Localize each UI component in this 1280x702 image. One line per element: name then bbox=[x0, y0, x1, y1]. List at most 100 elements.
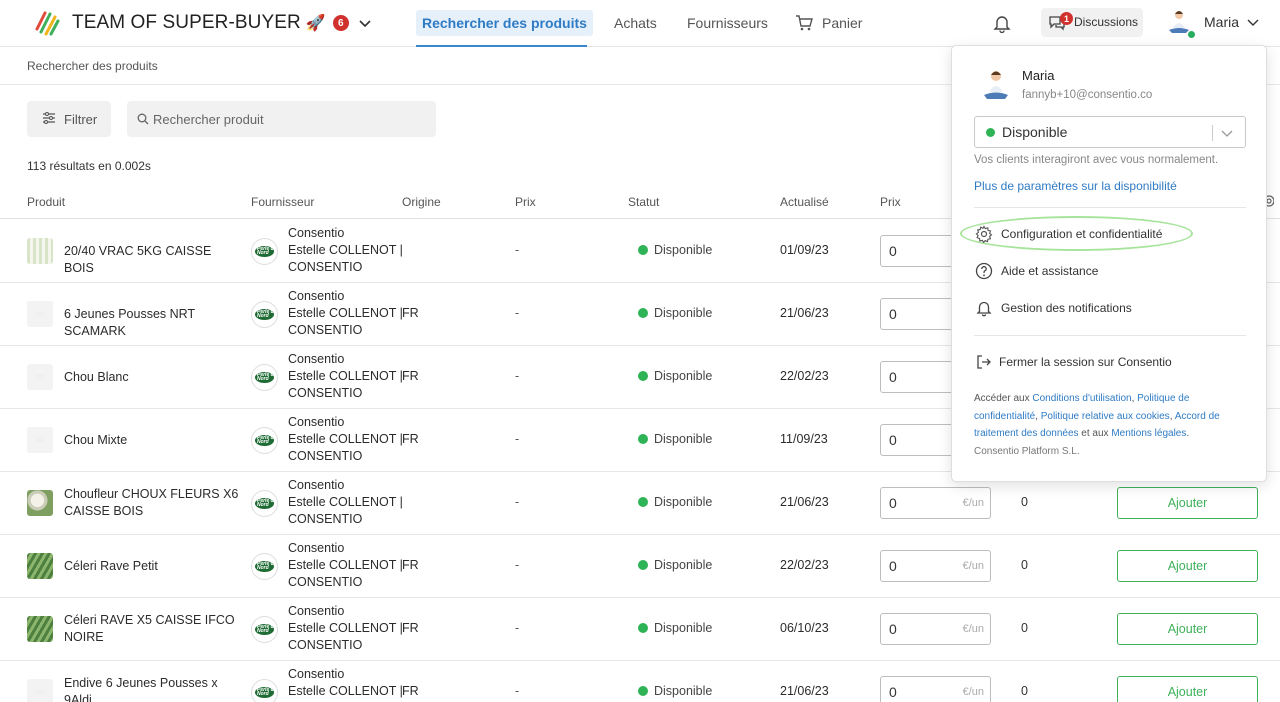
col-origine[interactable]: Origine bbox=[402, 195, 441, 209]
consentio-logo bbox=[34, 10, 60, 36]
supplier-line: Estelle COLLENOT | bbox=[288, 369, 403, 383]
price: - bbox=[515, 369, 520, 383]
supplier-name[interactable]: Consentio Estelle COLLENOT | CONSENTIO bbox=[288, 477, 403, 528]
bell-icon bbox=[976, 301, 992, 317]
product-name[interactable]: Chou Blanc bbox=[64, 369, 244, 386]
filter-icon bbox=[43, 112, 55, 124]
supplier-line: Estelle COLLENOT | bbox=[288, 495, 403, 509]
logout-button[interactable]: Fermer la session sur Consentio bbox=[974, 351, 1246, 375]
discussions-label: Discussions bbox=[1074, 15, 1139, 29]
menu-notifications[interactable]: Gestion des notifications bbox=[974, 297, 1246, 321]
quantity-input[interactable]: 0 €/un bbox=[880, 487, 991, 519]
supplier-name[interactable]: Consentio Estelle COLLENOT | CONSENTIO bbox=[288, 225, 403, 276]
menu-configuration-privacy[interactable]: Configuration et confidentialité bbox=[974, 223, 1246, 247]
supplier-logo-text: Perle du Nord bbox=[257, 624, 277, 634]
price: - bbox=[515, 243, 520, 257]
supplier-name[interactable]: Consentio Estelle COLLENOT | CONSENTIO bbox=[288, 414, 403, 465]
table-row[interactable]: ◌◌ Endive 6 Jeunes Pousses x 9Aldi Perle… bbox=[0, 661, 1280, 702]
availability-value: Disponible bbox=[1002, 124, 1068, 140]
team-switcher[interactable]: TEAM OF SUPER-BUYER 🚀 6 bbox=[33, 9, 372, 37]
add-to-cart-button[interactable]: Ajouter bbox=[1117, 487, 1258, 519]
status-dot bbox=[638, 308, 648, 318]
product-name[interactable]: Céleri Rave Petit bbox=[64, 558, 244, 575]
cart-count: 0 bbox=[1021, 684, 1028, 698]
chevron-down-icon bbox=[1247, 19, 1259, 26]
cart-count: 0 bbox=[1021, 495, 1028, 509]
col-fournisseur[interactable]: Fournisseur bbox=[251, 195, 314, 209]
product-name[interactable]: 20/40 VRAC 5KG CAISSE BOIS bbox=[64, 243, 244, 277]
supplier-line: Consentio bbox=[288, 478, 345, 492]
col-actualise[interactable]: Actualisé bbox=[780, 195, 829, 209]
nav-search-products[interactable]: Rechercher des produits bbox=[416, 10, 593, 36]
supplier-line: Estelle COLLENOT | bbox=[288, 306, 403, 320]
nav-panier[interactable]: Panier bbox=[795, 10, 862, 36]
supplier-logo-text: Perle du Nord bbox=[257, 309, 277, 319]
status-badge: Disponible bbox=[638, 684, 712, 698]
discussions-button[interactable]: 1 Discussions bbox=[1041, 8, 1143, 37]
legal-mentions-link[interactable]: Mentions légales bbox=[1111, 428, 1186, 439]
supplier-logo-text: Perle du Nord bbox=[257, 372, 277, 382]
cookie-policy-link[interactable]: Politique relative aux cookies bbox=[1041, 411, 1170, 422]
price: - bbox=[515, 432, 520, 446]
table-row[interactable]: Céleri RAVE X5 CAISSE IFCO NOIRE Perle d… bbox=[0, 598, 1280, 661]
col-prix[interactable]: Prix bbox=[515, 195, 536, 209]
divider bbox=[974, 207, 1246, 208]
add-to-cart-button[interactable]: Ajouter bbox=[1117, 613, 1258, 645]
product-image bbox=[27, 553, 53, 579]
supplier-name[interactable]: Consentio Estelle COLLENOT | CONSENTIO bbox=[288, 540, 403, 591]
status-label: Disponible bbox=[654, 558, 713, 572]
nav-fournisseurs[interactable]: Fournisseurs bbox=[687, 10, 768, 36]
quantity-value: 0 bbox=[889, 495, 897, 511]
updated-date: 21/06/23 bbox=[780, 684, 829, 698]
availability-settings-link[interactable]: Plus de paramètres sur la disponibilité bbox=[974, 179, 1177, 193]
quantity-input[interactable]: 0 €/un bbox=[880, 676, 991, 702]
menu-configuration-label: Configuration et confidentialité bbox=[1001, 227, 1163, 241]
supplier-name[interactable]: Consentio Estelle COLLENOT | CONSENTIO bbox=[288, 603, 403, 654]
supplier-line: Estelle COLLENOT | bbox=[288, 621, 403, 635]
status-dot bbox=[638, 623, 648, 633]
col-prix-qty[interactable]: Prix bbox=[880, 195, 901, 209]
status-dot bbox=[638, 686, 648, 696]
product-name[interactable]: Chou Mixte bbox=[64, 432, 244, 449]
status-badge: Disponible bbox=[638, 621, 712, 635]
quantity-input[interactable]: 0 €/un bbox=[880, 550, 991, 582]
filter-button[interactable]: Filtrer bbox=[27, 101, 111, 137]
product-image: ◌◌ bbox=[27, 679, 53, 702]
product-name[interactable]: Choufleur CHOUX FLEURS X6 CAISSE BOIS bbox=[64, 486, 244, 520]
col-statut[interactable]: Statut bbox=[628, 195, 659, 209]
menu-help[interactable]: Aide et assistance bbox=[974, 260, 1246, 284]
bell-icon[interactable] bbox=[992, 13, 1012, 33]
legal-prefix: Accéder aux bbox=[974, 393, 1030, 404]
col-produit[interactable]: Produit bbox=[27, 195, 65, 209]
search-input[interactable] bbox=[153, 101, 423, 137]
chevron-down-icon bbox=[1221, 130, 1233, 137]
user-menu-button[interactable]: Maria bbox=[1166, 8, 1266, 40]
availability-select[interactable]: Disponible bbox=[974, 116, 1246, 148]
supplier-logo: Perle du Nord bbox=[251, 364, 278, 391]
updated-date: 01/09/23 bbox=[780, 243, 829, 257]
table-row[interactable]: Céleri Rave Petit Perle du Nord Consenti… bbox=[0, 535, 1280, 598]
terms-link[interactable]: Conditions d'utilisation bbox=[1032, 393, 1131, 404]
search-icon bbox=[137, 113, 149, 125]
supplier-logo: Perle du Nord bbox=[251, 238, 278, 265]
add-to-cart-button[interactable]: Ajouter bbox=[1117, 550, 1258, 582]
chevron-down-icon[interactable] bbox=[358, 16, 372, 30]
price: - bbox=[515, 495, 520, 509]
product-search[interactable] bbox=[127, 101, 436, 137]
supplier-name[interactable]: Consentio Estelle COLLENOT | CONSENTIO bbox=[288, 666, 403, 702]
product-name[interactable]: Endive 6 Jeunes Pousses x 9Aldi bbox=[64, 675, 244, 702]
quantity-value: 0 bbox=[889, 243, 897, 259]
origin: FR bbox=[402, 684, 419, 698]
cart-count: 0 bbox=[1021, 558, 1028, 572]
add-to-cart-button[interactable]: Ajouter bbox=[1117, 676, 1258, 702]
status-label: Disponible bbox=[654, 369, 713, 383]
nav-achats[interactable]: Achats bbox=[614, 10, 657, 36]
quantity-input[interactable]: 0 €/un bbox=[880, 613, 991, 645]
product-name[interactable]: 6 Jeunes Pousses NRT SCAMARK bbox=[64, 306, 244, 340]
supplier-name[interactable]: Consentio Estelle COLLENOT | CONSENTIO bbox=[288, 351, 403, 402]
unit-label: €/un bbox=[962, 623, 984, 635]
supplier-name[interactable]: Consentio Estelle COLLENOT | CONSENTIO bbox=[288, 288, 403, 339]
unit-label: €/un bbox=[962, 497, 984, 509]
legal-and: et aux bbox=[1081, 428, 1109, 439]
product-name[interactable]: Céleri RAVE X5 CAISSE IFCO NOIRE bbox=[64, 612, 244, 646]
